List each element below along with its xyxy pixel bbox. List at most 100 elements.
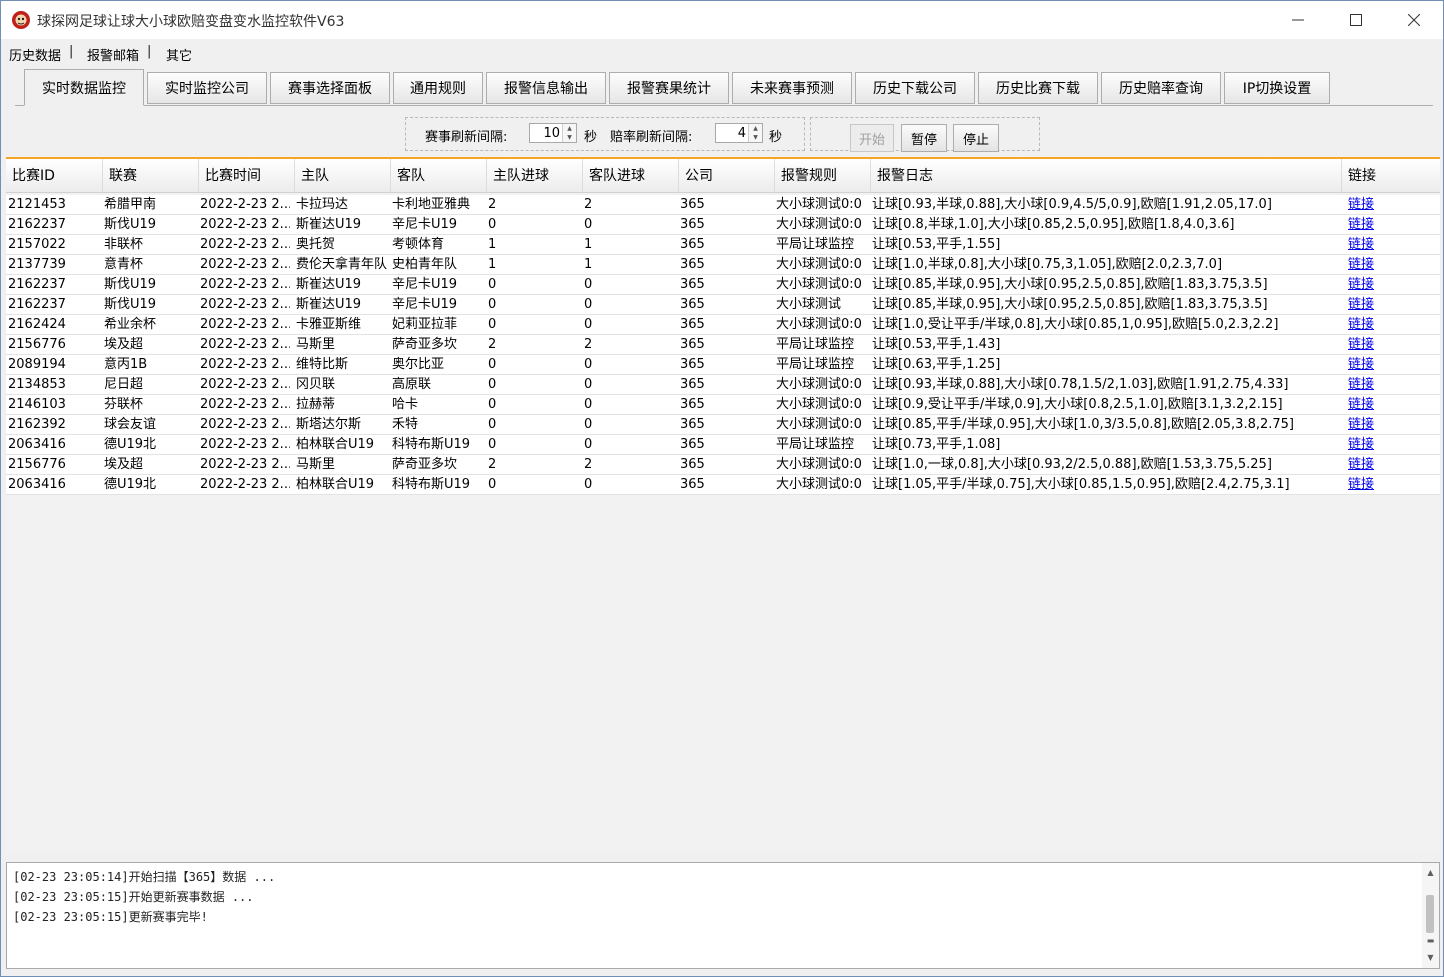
cell-alert-log: 让球[0.53,平手,1.43] [872, 337, 1001, 352]
tab-realtime-monitor[interactable]: 实时数据监控 [24, 69, 144, 106]
scroll-thumb[interactable] [1426, 895, 1434, 933]
cell-home-team: 斯塔达尔斯 [296, 417, 362, 432]
log-output[interactable]: [02-23 23:05:14]开始扫描【365】数据 ... [02-23 2… [6, 862, 1440, 969]
col-header-alert-rule[interactable]: 报警规则 [774, 159, 870, 193]
cell-link[interactable]: 链接 [1341, 455, 1440, 475]
cell-link[interactable]: 链接 [1341, 235, 1440, 255]
table-row[interactable]: 2137739 意青杯 2022-2-23 2... 费伦天拿青年队 史柏青年队 1 1 36… [6, 255, 1440, 275]
match-refresh-spinner[interactable]: 10 ▲ ▼ [529, 123, 577, 143]
tab-future-prediction[interactable]: 未来赛事预测 [732, 72, 852, 104]
col-header-link[interactable]: 链接 [1341, 159, 1440, 193]
spin-up-icon[interactable]: ▲ [563, 124, 576, 133]
cell-link[interactable]: 链接 [1341, 415, 1440, 435]
cell-alert-log: 让球[0.85,平手/半球,0.95],大小球[1.0,3/3.5,0.8],欧… [872, 417, 1294, 432]
cell-link[interactable]: 链接 [1341, 295, 1440, 315]
menu-history-data[interactable]: 历史数据 [9, 45, 61, 64]
cell-company: 365 [680, 377, 705, 392]
cell-home-goals: 0 [488, 297, 497, 312]
menu-bar: 历史数据 | 报警邮箱 | 其它 [1, 39, 1443, 65]
col-header-match-time[interactable]: 比赛时间 [198, 159, 294, 193]
table-row[interactable]: 2162237 斯伐U19 2022-2-23 2... 斯崔达U19 辛尼卡U19 0 0… [6, 215, 1440, 235]
spin-up-icon[interactable]: ▲ [749, 124, 762, 133]
stop-button[interactable]: 停止 [953, 124, 999, 152]
col-header-league[interactable]: 联赛 [102, 159, 198, 193]
tab-ip-settings[interactable]: IP切换设置 [1224, 72, 1330, 104]
tab-realtime-companies[interactable]: 实时监控公司 [147, 72, 267, 104]
tab-history-matches[interactable]: 历史比赛下载 [978, 72, 1098, 104]
menu-other[interactable]: 其它 [166, 45, 192, 64]
tab-history-odds[interactable]: 历史赔率查询 [1101, 72, 1221, 104]
close-button[interactable] [1385, 1, 1443, 39]
scroll-page-icon[interactable]: ▬ [1422, 933, 1439, 949]
menu-alert-email[interactable]: 报警邮箱 [87, 45, 139, 64]
cell-link[interactable]: 链接 [1341, 195, 1440, 215]
cell-away-goals: 0 [584, 397, 593, 412]
table-row[interactable]: 2156776 埃及超 2022-2-23 2... 马斯里 萨奇亚多坎 2 2 365 大小球… [6, 455, 1440, 475]
cell-away-team: 辛尼卡U19 [392, 277, 458, 292]
cell-away-team: 史柏青年队 [392, 257, 458, 272]
table-row[interactable]: 2146103 芬联杯 2022-2-23 2... 拉赫蒂 哈卡 0 0 365 大小球测试0… [6, 395, 1440, 415]
table-row[interactable]: 2156776 埃及超 2022-2-23 2... 马斯里 萨奇亚多坎 2 2 365 平局让… [6, 335, 1440, 355]
cell-alert-rule: 大小球测试0:0 [776, 197, 862, 212]
title-bar[interactable]: 球探网足球让球大小球欧赔变盘变水监控软件V63 [1, 1, 1443, 39]
spinner-arrows[interactable]: ▲ ▼ [562, 124, 576, 142]
cell-link[interactable]: 链接 [1341, 315, 1440, 335]
match-data-grid[interactable]: 比赛ID 联赛 比赛时间 主队 客队 主队进球 客队进球 公司 报警规则 报警日… [6, 157, 1440, 853]
cell-link[interactable]: 链接 [1341, 395, 1440, 415]
cell-link[interactable]: 链接 [1341, 435, 1440, 455]
col-header-company[interactable]: 公司 [678, 159, 774, 193]
tab-history-companies[interactable]: 历史下载公司 [855, 72, 975, 104]
cell-link[interactable]: 链接 [1341, 375, 1440, 395]
start-button[interactable]: 开始 [850, 124, 894, 152]
cell-link[interactable]: 链接 [1341, 475, 1440, 495]
cell-link[interactable]: 链接 [1341, 255, 1440, 275]
cell-alert-rule: 大小球测试0:0 [776, 317, 862, 332]
log-scrollbar[interactable]: ▲ ▬ ▼ [1422, 863, 1439, 968]
cell-link[interactable]: 链接 [1341, 215, 1440, 235]
scroll-down-icon[interactable]: ▼ [1422, 950, 1439, 966]
cell-away-team: 卡利地亚雅典 [392, 197, 471, 212]
cell-match-id: 2134853 [8, 377, 66, 392]
table-row[interactable]: 2134853 尼日超 2022-2-23 2... 冈贝联 高原联 0 0 365 大小球测试… [6, 375, 1440, 395]
cell-link[interactable]: 链接 [1341, 355, 1440, 375]
cell-company: 365 [680, 277, 705, 292]
cell-match-time: 2022-2-23 2... [200, 317, 290, 332]
maximize-button[interactable] [1327, 1, 1385, 39]
tab-alert-results[interactable]: 报警赛果统计 [609, 72, 729, 104]
table-row[interactable]: 2162237 斯伐U19 2022-2-23 2... 斯崔达U19 辛尼卡U19 0 0… [6, 275, 1440, 295]
cell-away-goals: 0 [584, 317, 593, 332]
col-header-away-goals[interactable]: 客队进球 [582, 159, 678, 193]
cell-alert-rule: 大小球测试 [776, 297, 842, 312]
cell-home-goals: 2 [488, 337, 497, 352]
minimize-button[interactable] [1269, 1, 1327, 39]
col-header-match-id[interactable]: 比赛ID [6, 159, 102, 193]
table-row[interactable]: 2157022 非联杯 2022-2-23 2... 奥托贺 考顿体育 1 1 365 平局让球… [6, 235, 1440, 255]
col-header-home-team[interactable]: 主队 [294, 159, 390, 193]
pause-button[interactable]: 暂停 [901, 124, 947, 152]
col-header-away-team[interactable]: 客队 [390, 159, 486, 193]
spinner-arrows[interactable]: ▲ ▼ [748, 124, 762, 142]
cell-link[interactable]: 链接 [1341, 335, 1440, 355]
spin-down-icon[interactable]: ▼ [563, 133, 576, 142]
table-row[interactable]: 2121453 希腊甲南 2022-2-23 2... 卡拉玛达 卡利地亚雅典 2 2 365… [6, 195, 1440, 215]
tab-alert-output[interactable]: 报警信息输出 [486, 72, 606, 104]
cell-league: 斯伐U19 [104, 277, 157, 292]
cell-away-team: 萨奇亚多坎 [392, 337, 458, 352]
spin-down-icon[interactable]: ▼ [749, 133, 762, 142]
table-row[interactable]: 2162424 希业余杯 2022-2-23 2... 卡雅亚斯维 妃莉亚拉菲 0 0 365… [6, 315, 1440, 335]
scroll-up-icon[interactable]: ▲ [1422, 865, 1439, 881]
table-row[interactable]: 2162392 球会友谊 2022-2-23 2... 斯塔达尔斯 禾特 0 0 365 大小球… [6, 415, 1440, 435]
table-row[interactable]: 2063416 德U19北 2022-2-23 2... 柏林联合U19 科特布斯U19… [6, 435, 1440, 455]
tab-general-rules[interactable]: 通用规则 [393, 72, 483, 104]
table-row[interactable]: 2063416 德U19北 2022-2-23 2... 柏林联合U19 科特布斯U19… [6, 475, 1440, 495]
table-row[interactable]: 2089194 意丙1B 2022-2-23 2... 维特比斯 奥尔比亚 0 0 365 平局… [6, 355, 1440, 375]
col-header-alert-log[interactable]: 报警日志 [870, 159, 1341, 193]
table-row[interactable]: 2162237 斯伐U19 2022-2-23 2... 斯崔达U19 辛尼卡U19 0 0… [6, 295, 1440, 315]
cell-league: 尼日超 [104, 377, 144, 392]
cell-home-team: 奥托贺 [296, 237, 336, 252]
col-header-home-goals[interactable]: 主队进球 [486, 159, 582, 193]
cell-home-team: 柏林联合U19 [296, 437, 375, 452]
cell-link[interactable]: 链接 [1341, 275, 1440, 295]
tab-match-selection[interactable]: 赛事选择面板 [270, 72, 390, 104]
odds-refresh-spinner[interactable]: 4 ▲ ▼ [715, 123, 763, 143]
